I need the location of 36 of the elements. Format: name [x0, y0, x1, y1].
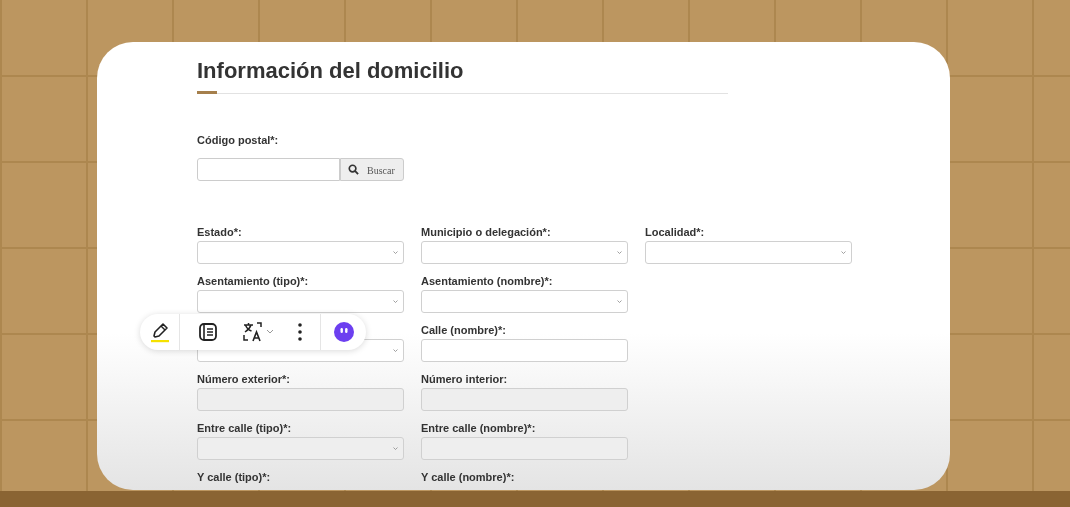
dropdown-caret-icon: [841, 251, 846, 254]
field-label: Estado*:: [197, 225, 242, 240]
dropdown-field[interactable]: [645, 241, 852, 264]
section-title: Información del domicilio: [197, 57, 465, 85]
dropdown-field[interactable]: [421, 290, 628, 313]
field-label: Municipio o delegación*:: [421, 225, 551, 240]
field-label: Y calle (tipo)*:: [197, 470, 271, 485]
title-accent-bar: [197, 91, 217, 94]
dropdown-field[interactable]: [197, 241, 404, 264]
dropdown-field[interactable]: [197, 290, 404, 313]
search-icon: [348, 164, 359, 175]
dropdown-field[interactable]: [421, 241, 628, 264]
dropdown-caret-icon: [393, 251, 398, 254]
dropdown-caret-icon: [617, 300, 622, 303]
field-label: Entre calle (tipo)*:: [197, 421, 292, 436]
translate-icon[interactable]: [242, 322, 274, 342]
more-options-icon[interactable]: [298, 323, 302, 341]
field-label: Y calle (nombre)*:: [421, 470, 515, 485]
field-label: Entre calle (nombre)*:: [421, 421, 536, 436]
dropdown-caret-icon: [393, 349, 398, 352]
dropdown-caret-icon: [393, 300, 398, 303]
assistant-icon[interactable]: [333, 322, 354, 342]
postal-code-input[interactable]: [197, 158, 340, 181]
notes-panel-icon[interactable]: [198, 322, 218, 342]
dropdown-caret-icon: [617, 251, 622, 254]
field-label: Localidad*:: [645, 225, 705, 240]
field-label: Calle (nombre)*:: [421, 323, 506, 338]
field-label: Número exterior*:: [197, 372, 290, 387]
highlighter-icon[interactable]: [148, 321, 171, 343]
search-button[interactable]: Buscar: [340, 158, 404, 181]
field-label: Código postal*:: [197, 133, 279, 147]
field-label: Número interior:: [421, 372, 508, 387]
field-label: Asentamiento (nombre)*:: [421, 274, 553, 289]
field-label: Asentamiento (tipo)*:: [197, 274, 309, 289]
dropdown-caret-icon: [393, 447, 398, 450]
text-input-field[interactable]: [421, 339, 628, 362]
